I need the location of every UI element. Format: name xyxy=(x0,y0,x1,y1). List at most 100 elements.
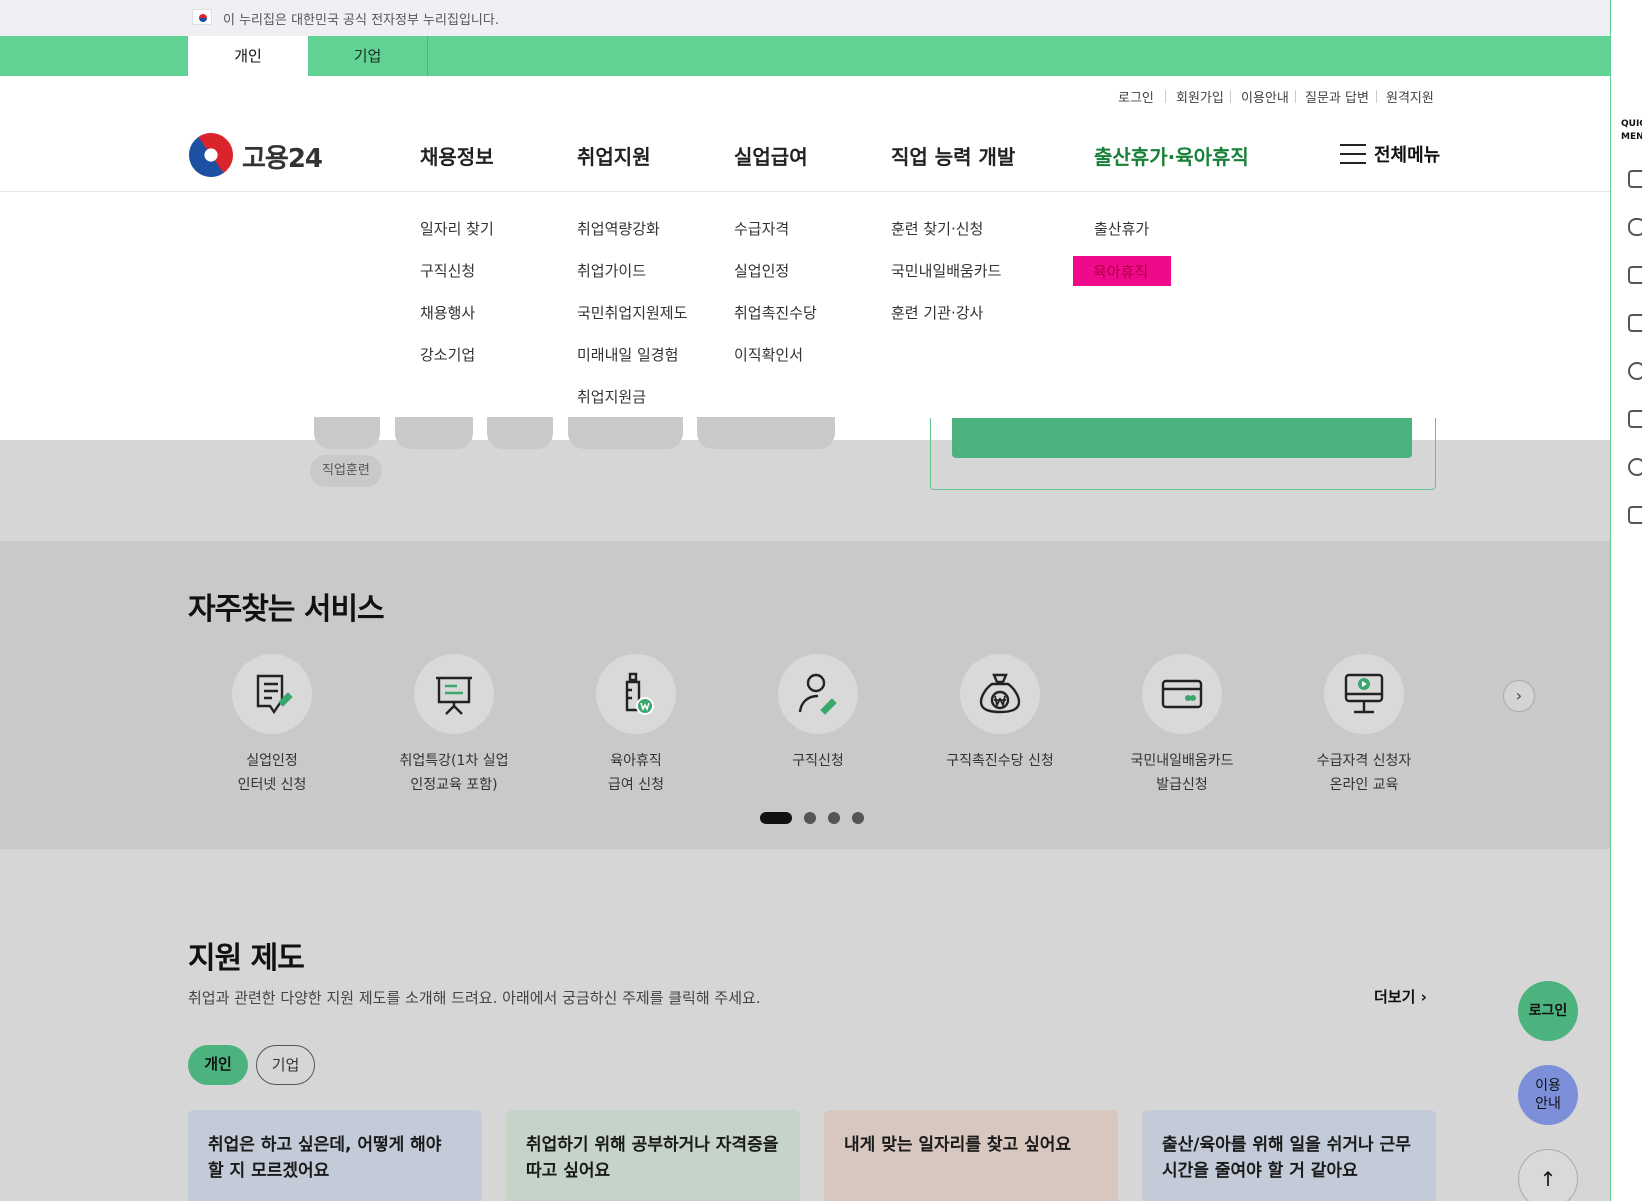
submenu-item[interactable]: 훈련 찾기·신청 xyxy=(891,218,983,239)
submenu-item[interactable]: 미래내일 일경험 xyxy=(577,344,678,365)
divider xyxy=(1230,90,1231,103)
submenu-item[interactable]: 취업역량강화 xyxy=(577,218,660,239)
keyword-chip-job-training[interactable]: 직업훈련 xyxy=(310,455,382,487)
submenu-item[interactable]: 강소기업 xyxy=(420,344,475,365)
card-icon xyxy=(1161,679,1203,709)
video-monitor-icon xyxy=(1344,673,1384,714)
submenu-item[interactable]: 실업인정 xyxy=(734,260,789,281)
coin-icon[interactable] xyxy=(1628,458,1642,476)
gnb-unemployment-benefit[interactable]: 실업급여 xyxy=(734,141,808,170)
support-section-title: 지원 제도 xyxy=(188,941,305,976)
header-divider xyxy=(0,191,1610,192)
submenu-item[interactable]: 구직신청 xyxy=(420,260,475,281)
submenu-item[interactable]: 국민내일배움카드 xyxy=(891,260,1001,281)
carousel-dot[interactable] xyxy=(828,812,840,824)
submenu-item[interactable]: 채용행사 xyxy=(420,302,475,323)
hamburger-menu-icon[interactable] xyxy=(1340,144,1366,164)
support-filter-business[interactable]: 기업 xyxy=(256,1045,315,1085)
submenu-item[interactable]: 출산휴가 xyxy=(1094,218,1149,239)
carousel-dot[interactable] xyxy=(804,812,816,824)
all-menu-button[interactable]: 전체메뉴 xyxy=(1374,141,1440,167)
checklist-icon[interactable] xyxy=(1628,314,1642,332)
presentation-board-icon xyxy=(436,676,472,715)
taegeuk-logo-icon[interactable] xyxy=(180,124,242,186)
service-label: 구직촉진수당 신청 xyxy=(946,753,1054,769)
gnb-parental-leave[interactable]: 출산휴가·육아휴직 xyxy=(1094,141,1249,170)
service-item-online-education[interactable] xyxy=(1324,654,1404,734)
site-header: 로그인 회원가입 이용안내 질문과 답변 원격지원 고용24 채용정보 취업지원… xyxy=(0,76,1610,440)
submenu-item-highlighted[interactable]: 육아휴직 xyxy=(1073,256,1171,286)
tab-business[interactable]: 기업 xyxy=(308,36,428,76)
calculator-icon[interactable] xyxy=(1628,410,1642,428)
gov-banner: 이 누리집은 대한민국 공식 전자정부 누리집입니다. xyxy=(0,0,1610,36)
submenu-item[interactable]: 일자리 찾기 xyxy=(420,218,494,239)
submenu-item[interactable]: 취업지원금 xyxy=(577,386,646,407)
gnb-job-info[interactable]: 채용정보 xyxy=(420,141,494,170)
submenu-item[interactable]: 취업가이드 xyxy=(577,260,646,281)
user-type-tabs: 개인 기업 xyxy=(0,36,1610,76)
divider xyxy=(1165,90,1166,103)
korea-flag-icon xyxy=(192,9,212,25)
frequent-services-title: 자주찾는 서비스 xyxy=(188,592,385,627)
service-item-job-promotion-allowance[interactable] xyxy=(960,654,1040,734)
divider xyxy=(1376,90,1377,103)
service-label: 구직신청 xyxy=(792,753,844,769)
keyword-chip[interactable] xyxy=(568,417,683,449)
carousel-dot[interactable] xyxy=(852,812,864,824)
service-label: 실업인정 인터넷 신청 xyxy=(237,753,307,793)
support-card[interactable]: 출산/육아를 위해 일을 쉬거나 근무 시간을 줄여야 할 거 같아요 xyxy=(1142,1110,1436,1201)
support-card[interactable]: 취업은 하고 싶은데, 어떻게 해야 할 지 모르겠어요 xyxy=(188,1110,482,1201)
carousel-next-chevron-icon[interactable]: › xyxy=(1503,680,1535,712)
keyword-chip[interactable] xyxy=(314,417,380,449)
support-card[interactable]: 내게 맞는 일자리를 찾고 싶어요 xyxy=(824,1110,1118,1201)
support-section-description: 취업과 관련한 다양한 지원 제도를 소개해 드려요. 아래에서 궁금하신 주제… xyxy=(188,989,761,1007)
chat-icon[interactable] xyxy=(1628,218,1642,236)
submenu-item[interactable]: 이직확인서 xyxy=(734,344,803,365)
tab-personal[interactable]: 개인 xyxy=(188,36,308,76)
quick-menu-bar: QUICMEN xyxy=(1610,0,1642,1201)
baby-bottle-icon xyxy=(625,672,654,715)
carousel-dot-active[interactable] xyxy=(760,812,792,824)
service-item-employment-lecture[interactable] xyxy=(414,654,494,734)
monitor-icon[interactable] xyxy=(1628,266,1642,284)
gnb-employment-support[interactable]: 취업지원 xyxy=(577,141,651,170)
util-guide-link[interactable]: 이용안내 xyxy=(1241,87,1289,106)
util-signup-link[interactable]: 회원가입 xyxy=(1176,87,1224,106)
submenu-item[interactable]: 수급자격 xyxy=(734,218,789,239)
floating-guide-button[interactable]: 이용 안내 xyxy=(1518,1065,1578,1125)
gnb-vocational-training[interactable]: 직업 능력 개발 xyxy=(891,141,1015,170)
chevron-right-icon: › xyxy=(1420,988,1427,1006)
service-item-unemployment-cert[interactable] xyxy=(232,654,312,734)
site-logo-text[interactable]: 고용24 xyxy=(242,138,323,175)
gov-banner-text: 이 누리집은 대한민국 공식 전자정부 누리집입니다. xyxy=(223,13,499,28)
floating-login-button[interactable]: 로그인 xyxy=(1518,981,1578,1041)
submenu-item-label: 육아휴직 xyxy=(1093,263,1149,281)
service-label: 수급자격 신청자 온라인 교육 xyxy=(1316,753,1412,793)
document-pen-icon xyxy=(256,674,293,715)
keyword-chip[interactable] xyxy=(395,417,473,449)
keyword-chip[interactable] xyxy=(697,417,835,449)
service-item-parental-leave-benefit[interactable] xyxy=(596,654,676,734)
service-label: 취업특강(1차 실업 인정교육 포함) xyxy=(399,753,509,793)
util-login-link[interactable]: 로그인 xyxy=(1118,87,1154,106)
service-label: 육아휴직 급여 신청 xyxy=(608,753,664,793)
service-item-learning-card[interactable] xyxy=(1142,654,1222,734)
building-icon[interactable] xyxy=(1628,170,1642,188)
support-card[interactable]: 취업하기 위해 공부하거나 자격증을 따고 싶어요 xyxy=(506,1110,800,1201)
support-filter-personal[interactable]: 개인 xyxy=(188,1045,248,1085)
quick-menu-label: QUICMEN xyxy=(1621,119,1642,142)
submenu-item[interactable]: 취업촉진수당 xyxy=(734,302,817,323)
submenu-item[interactable]: 국민취업지원제도 xyxy=(577,302,687,323)
service-label: 국민내일배움카드 발급신청 xyxy=(1130,753,1234,793)
util-qna-link[interactable]: 질문과 답변 xyxy=(1305,87,1369,106)
more-link[interactable]: 더보기 › xyxy=(1374,986,1427,1007)
printer-icon[interactable] xyxy=(1628,506,1642,524)
smile-icon[interactable] xyxy=(1628,362,1642,380)
submenu-item[interactable]: 훈련 기관·강사 xyxy=(891,302,983,323)
scroll-top-arrow-icon[interactable]: ↑ xyxy=(1518,1149,1578,1201)
util-remote-link[interactable]: 원격지원 xyxy=(1386,87,1434,106)
search-button[interactable] xyxy=(952,418,1412,458)
keyword-chip[interactable] xyxy=(487,417,553,449)
divider xyxy=(1295,90,1296,103)
service-item-job-application[interactable] xyxy=(778,654,858,734)
